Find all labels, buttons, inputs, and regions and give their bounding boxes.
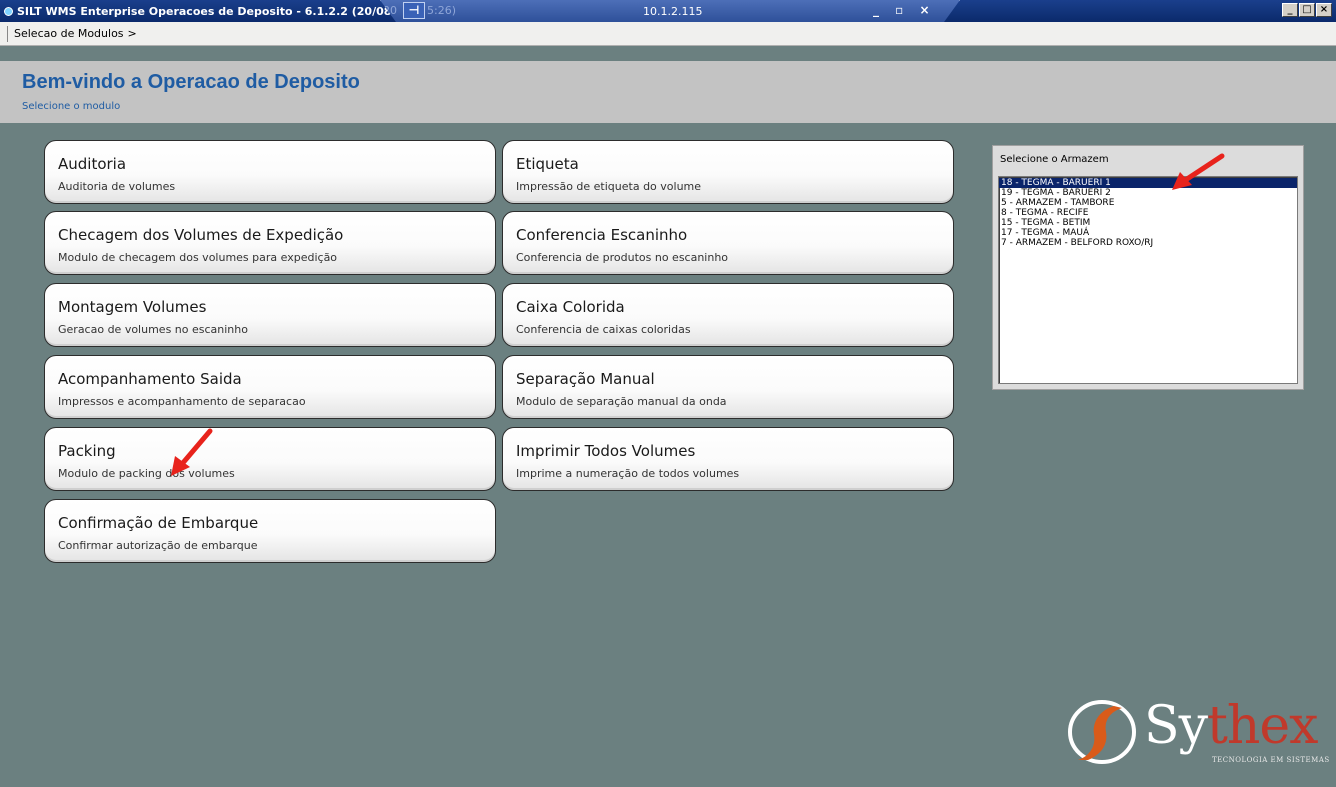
module-description: Conferencia de produtos no escaninho (516, 251, 729, 264)
module-confirmacao-embarque-button[interactable]: Confirmação de Embarque Confirmar autori… (44, 499, 496, 563)
minimize-button[interactable]: _ (1282, 3, 1298, 17)
red-arrow-icon (1172, 153, 1225, 190)
module-title: Checagem dos Volumes de Expedição (58, 226, 344, 244)
module-checagem-button[interactable]: Checagem dos Volumes de Expedição Modulo… (44, 211, 496, 275)
module-packing-button[interactable]: Packing Modulo de packing dos volumes (44, 427, 496, 491)
page-title: Bem-vindo a Operacao de Deposito (22, 71, 360, 93)
breadcrumb: Selecao de Modulos > (0, 22, 1336, 46)
warehouse-listbox[interactable]: 18 - TEGMA - BARUERI 1 19 - TEGMA - BARU… (998, 176, 1298, 384)
module-caixa-colorida-button[interactable]: Caixa Colorida Conferencia de caixas col… (502, 283, 954, 347)
window-controls: _ □ × (1282, 3, 1332, 17)
page-header: Bem-vindo a Operacao de Deposito Selecio… (0, 61, 1336, 123)
page-subtitle: Selecione o modulo (22, 101, 121, 112)
module-title: Packing (58, 442, 116, 460)
module-description: Imprime a numeração de todos volumes (516, 467, 740, 480)
sythex-logo-icon (1068, 700, 1136, 764)
app-icon (4, 6, 13, 16)
warehouse-label: Selecione o Armazem (1000, 154, 1109, 165)
module-acompanhamento-saida-button[interactable]: Acompanhamento Saida Impressos e acompan… (44, 355, 496, 419)
logo-wordmark: Sythex (1144, 696, 1318, 756)
module-title: Montagem Volumes (58, 298, 207, 316)
warehouse-list-item[interactable]: 19 - TEGMA - BARUERI 2 (999, 188, 1297, 198)
breadcrumb-separator: > (127, 27, 137, 40)
module-title: Conferencia Escaninho (516, 226, 688, 244)
rdp-ip-address: 10.1.2.115 (643, 5, 703, 18)
rdp-window-controls[interactable]: _ ▫ × (873, 3, 936, 17)
module-description: Modulo de checagem dos volumes para expe… (58, 251, 338, 264)
warehouse-panel: Selecione o Armazem 18 - TEGMA - BARUERI… (992, 145, 1304, 390)
module-separacao-manual-button[interactable]: Separação Manual Modulo de separação man… (502, 355, 954, 419)
red-arrow-icon (171, 428, 213, 476)
pin-icon[interactable]: ⊣ (403, 2, 425, 19)
module-description: Impressos e acompanhamento de separacao (58, 395, 306, 408)
module-description: Conferencia de caixas coloridas (516, 323, 691, 336)
module-conferencia-escaninho-button[interactable]: Conferencia Escaninho Conferencia de pro… (502, 211, 954, 275)
module-montagem-volumes-button[interactable]: Montagem Volumes Geracao de volumes no e… (44, 283, 496, 347)
module-title: Etiqueta (516, 155, 579, 173)
remote-desktop-bar: ⊣ 20 5:26) 10.1.2.115 _ ▫ × (380, 0, 960, 24)
close-button[interactable]: × (1316, 3, 1332, 17)
module-title: Caixa Colorida (516, 298, 625, 316)
maximize-button[interactable]: □ (1299, 3, 1315, 17)
window-title: SILT WMS Enterprise Operacoes de Deposit… (17, 4, 396, 18)
module-description: Impressão de etiqueta do volume (516, 180, 702, 193)
module-title: Confirmação de Embarque (58, 514, 259, 532)
warehouse-list-item[interactable]: 17 - TEGMA - MAUÁ (999, 228, 1297, 238)
warehouse-list-item[interactable]: 18 - TEGMA - BARUERI 1 (999, 178, 1297, 188)
breadcrumb-item-modules[interactable]: Selecao de Modulos (14, 27, 124, 40)
module-title: Separação Manual (516, 370, 655, 388)
module-description: Geracao de volumes no escaninho (58, 323, 248, 336)
module-imprimir-todos-volumes-button[interactable]: Imprimir Todos Volumes Imprime a numeraç… (502, 427, 954, 491)
warehouse-list-item[interactable]: 8 - TEGMA - RECIFE (999, 208, 1297, 218)
module-title: Auditoria (58, 155, 127, 173)
module-etiqueta-button[interactable]: Etiqueta Impressão de etiqueta do volume (502, 140, 954, 204)
rdp-title-tail: 5:26) (427, 4, 456, 17)
module-title: Imprimir Todos Volumes (516, 442, 696, 460)
module-title: Acompanhamento Saida (58, 370, 242, 388)
warehouse-list-item[interactable]: 15 - TEGMA - BETIM (999, 218, 1297, 228)
module-description: Modulo de separação manual da onda (516, 395, 727, 408)
module-auditoria-button[interactable]: Auditoria Auditoria de volumes (44, 140, 496, 204)
module-description: Auditoria de volumes (58, 180, 176, 193)
sythex-logo: Sythex TECNOLOGIA EM SISTEMAS (1064, 696, 1329, 768)
warehouse-list-item[interactable]: 7 - ARMAZEM - BELFORD ROXO/RJ (999, 238, 1297, 248)
module-description: Confirmar autorização de embarque (58, 539, 258, 552)
warehouse-list-item[interactable]: 5 - ARMAZEM - TAMBORE (999, 198, 1297, 208)
logo-tagline: TECNOLOGIA EM SISTEMAS (1212, 756, 1330, 764)
